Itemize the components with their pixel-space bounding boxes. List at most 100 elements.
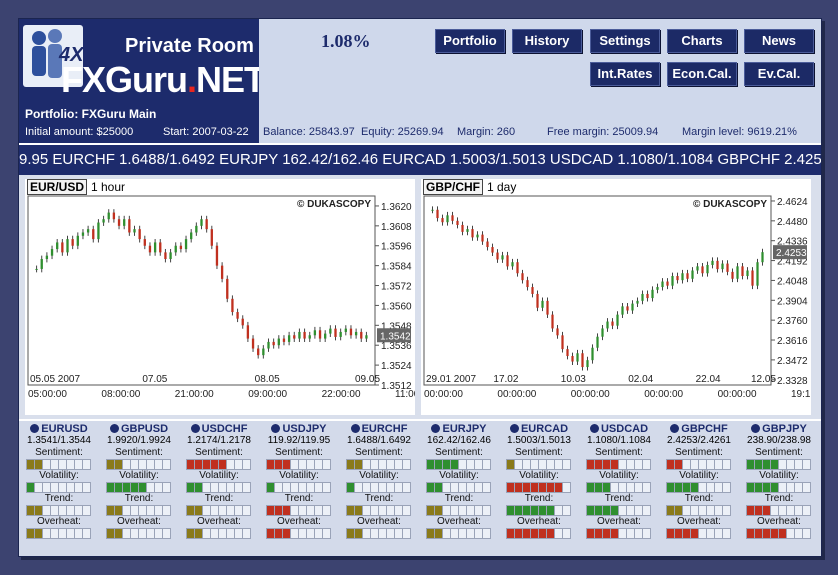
pair-price: 162.42/162.46 — [427, 435, 491, 446]
pair-eurjpy[interactable]: EURJPY 162.42/162.46 Sentiment: Volatility:… — [419, 421, 499, 556]
nav-news-button[interactable]: News — [744, 29, 814, 53]
pair-name[interactable]: EURUSD — [19, 423, 99, 435]
overheat-label: Overheat: — [757, 516, 801, 527]
meter-cell — [482, 482, 491, 493]
candle-body — [272, 341, 275, 346]
pair-price: 1.5003/1.5013 — [507, 435, 571, 446]
app-frame: 4X Private Room FXGuru.NET Portfolio: FX… — [18, 18, 822, 557]
overheat-label: Overheat: — [597, 516, 641, 527]
time-label: 19:12:00 — [791, 389, 811, 400]
pair-eurchf[interactable]: EURCHF 1.6488/1.6492 Sentiment: Volatility:… — [339, 421, 419, 556]
pair-name[interactable]: GBPUSD — [99, 423, 179, 435]
date-label: 22.04 — [696, 374, 721, 385]
pair-eurusd[interactable]: EURUSD 1.3541/1.3544 Sentiment: Volatility:… — [19, 421, 99, 556]
meter-cell — [402, 528, 411, 539]
candle-body — [681, 273, 684, 281]
overheat-label: Overheat: — [37, 516, 81, 527]
meter-cell — [162, 482, 171, 493]
pair-price: 1.9920/1.9924 — [107, 435, 171, 446]
initial-amount: Initial amount: $25000 — [25, 126, 134, 138]
meter-cell — [722, 505, 731, 516]
brand-name-suffix: NET — [196, 59, 266, 100]
candle-body — [756, 262, 759, 286]
y-tick-label: 2.3328 — [777, 376, 808, 387]
pair-name-label: GBPUSD — [120, 423, 169, 435]
overheat-meter — [339, 528, 419, 539]
nav-charts-button[interactable]: Charts — [667, 29, 737, 53]
pair-name[interactable]: EURCHF — [339, 423, 419, 435]
nav-history-button[interactable]: History — [512, 29, 582, 53]
candle-body — [303, 331, 306, 339]
chart-source-label: © DUKASCOPY — [693, 199, 767, 210]
sentiment-label: Sentiment: — [675, 447, 723, 458]
pair-gbpjpy[interactable]: GBPJPY 238.90/238.98 Sentiment: Volatility:… — [739, 421, 819, 556]
pair-name[interactable]: GBPJPY — [739, 423, 819, 435]
overheat-label: Overheat: — [517, 516, 561, 527]
trend-meter — [419, 505, 499, 516]
chart-period[interactable]: 1 hour — [91, 180, 125, 194]
pair-eurcad[interactable]: EURCAD 1.5003/1.5013 Sentiment: Volatility:… — [499, 421, 579, 556]
pair-name-label: EURUSD — [41, 423, 88, 435]
candle-body — [195, 225, 198, 233]
pair-icon — [350, 424, 360, 433]
pair-gbpchf[interactable]: GBPCHF 2.4253/2.4261 Sentiment: Volatility:… — [659, 421, 739, 556]
candle-body — [761, 252, 764, 263]
pair-name[interactable]: USDCHF — [179, 423, 259, 435]
chart-symbol[interactable]: EUR/USD — [27, 179, 88, 195]
meter-cell — [482, 459, 491, 470]
pair-usdcad[interactable]: USDCAD 1.1080/1.1084 Sentiment: Volatility:… — [579, 421, 659, 556]
y-tick-label: 2.4480 — [777, 217, 808, 228]
candle-body — [606, 321, 609, 329]
pair-name-label: EURCHF — [361, 423, 408, 435]
nav-int-rates-button[interactable]: Int.Rates — [590, 62, 660, 86]
pair-name[interactable]: GBPCHF — [659, 423, 739, 435]
candle-body — [456, 220, 459, 225]
candle-body — [491, 247, 494, 253]
meter-cell — [642, 482, 651, 493]
volatility-meter — [659, 482, 739, 493]
pair-name[interactable]: USDCAD — [579, 423, 659, 435]
candle-body — [205, 219, 208, 230]
y-tick-label: 2.3904 — [777, 296, 808, 307]
overheat-label: Overheat: — [117, 516, 161, 527]
volatility-label: Volatility: — [279, 470, 319, 481]
overheat-meter — [739, 528, 819, 539]
candle-body — [200, 219, 203, 226]
pair-name[interactable]: EURJPY — [419, 423, 499, 435]
nav-ev-cal-button[interactable]: Ev.Cal. — [744, 62, 814, 86]
chart-symbol[interactable]: GBP/CHF — [423, 179, 483, 195]
y-tick-label: 1.3560 — [381, 301, 412, 312]
overheat-label: Overheat: — [437, 516, 481, 527]
y-tick-label: 1.3608 — [381, 222, 412, 233]
chart-source-label: © DUKASCOPY — [297, 199, 371, 210]
candle-body — [641, 293, 644, 301]
candle-body — [536, 293, 539, 308]
sentiment-label: Sentiment: — [35, 447, 83, 458]
candle-body — [339, 331, 342, 337]
pair-usdjpy[interactable]: USDJPY 119.92/119.95 Sentiment: Volatility:… — [259, 421, 339, 556]
chart-eurusd[interactable]: 1.3620 1.3608 1.3596 1.3584 1.3572 1.3560 1.35… — [25, 179, 415, 415]
header-panel: 1.08% Portfolio History Settings Charts … — [259, 19, 821, 143]
time-label: 00:00:00 — [644, 389, 683, 400]
nav-settings-button[interactable]: Settings — [590, 29, 660, 53]
sentiment-label: Sentiment: — [115, 447, 163, 458]
candle-body — [526, 280, 529, 288]
candle-body — [746, 270, 749, 277]
pair-name-label: GBPCHF — [681, 423, 728, 435]
pair-usdchf[interactable]: USDCHF 1.2174/1.2178 Sentiment: Volatility:… — [179, 421, 259, 556]
candle-body — [71, 239, 74, 246]
candle-body — [50, 249, 54, 256]
pair-name-label: EURCAD — [520, 423, 569, 435]
volatility-label: Volatility: — [39, 470, 79, 481]
y-tick-label: 2.4624 — [777, 197, 808, 208]
chart-gbpchf[interactable]: 2.4624 2.4480 2.4336 2.4192 2.4048 2.3904 2.37… — [421, 179, 811, 415]
pair-name[interactable]: USDJPY — [259, 423, 339, 435]
chart-period[interactable]: 1 day — [487, 180, 516, 194]
sentiment-label: Sentiment: — [755, 447, 803, 458]
nav-portfolio-button[interactable]: Portfolio — [435, 29, 505, 53]
nav-econ-cal-button[interactable]: Econ.Cal. — [667, 62, 737, 86]
candle-body — [92, 229, 95, 240]
pair-name[interactable]: EURCAD — [499, 423, 579, 435]
pair-gbpusd[interactable]: GBPUSD 1.9920/1.9924 Sentiment: Volatility:… — [99, 421, 179, 556]
meter-cell — [642, 459, 651, 470]
